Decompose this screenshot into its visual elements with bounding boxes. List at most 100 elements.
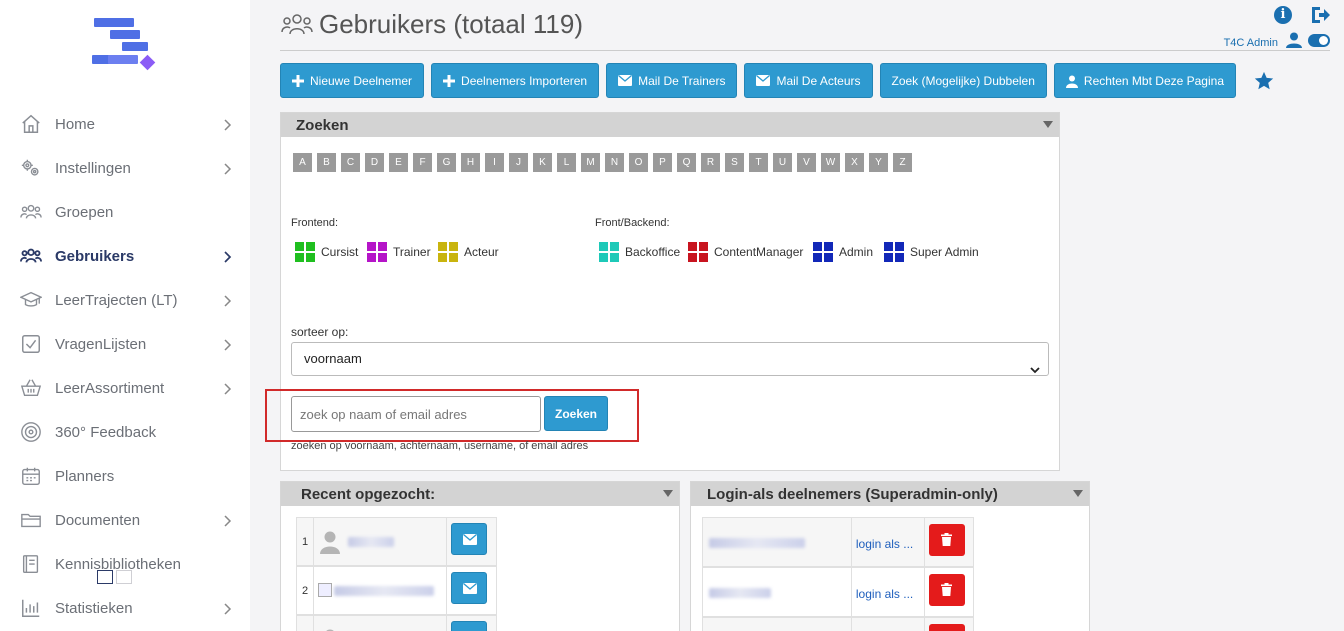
button-label: Zoeken [555,406,598,421]
chevron-right-icon [221,250,233,263]
mail-trainers-button[interactable]: Mail De Trainers [606,63,738,98]
user-icon[interactable] [1286,32,1302,48]
sidebar-item-home[interactable]: Home [0,102,250,146]
delete-button[interactable] [929,574,966,606]
letter-filter-v[interactable]: V [797,153,816,172]
role-label: Acteur [464,245,499,259]
letter-filter-b[interactable]: B [317,153,336,172]
letter-filter-m[interactable]: M [581,153,600,172]
search-button[interactable]: Zoeken [544,396,609,431]
role-trainer[interactable]: Trainer [367,242,431,262]
sidebar-item-vragenlijsten[interactable]: VragenLijsten [0,322,250,366]
collapse-caret-icon[interactable] [1073,490,1083,497]
sidebar-item-leerassortiment[interactable]: LeerAssortiment [0,366,250,410]
layout-grid-icon[interactable] [116,570,132,584]
letter-filter-q[interactable]: Q [677,153,696,172]
letter-filter-w[interactable]: W [821,153,840,172]
letter-filter-x[interactable]: X [845,153,864,172]
envelope-icon [756,74,771,87]
letter-filter-o[interactable]: O [629,153,648,172]
search-panel-header[interactable]: Zoeken [281,113,1059,137]
users-icon [20,245,42,267]
letter-filter-j[interactable]: J [509,153,528,172]
chevron-right-icon [221,118,233,131]
role-super-admin[interactable]: Super Admin [884,242,979,262]
search-input[interactable] [291,396,541,432]
letter-filter-d[interactable]: D [365,153,384,172]
user-name[interactable]: T4C Admin [1224,37,1278,49]
sidebar-item-360-feedback[interactable]: 360° Feedback [0,410,250,454]
login-as-link[interactable]: login als ... [856,537,913,551]
letter-filter-a[interactable]: A [293,153,312,172]
letter-filter-c[interactable]: C [341,153,360,172]
page-rights-button[interactable]: Rechten Mbt Deze Pagina [1053,63,1236,98]
role-label: Super Admin [910,245,979,259]
letter-filter-l[interactable]: L [557,153,576,172]
role-admin[interactable]: Admin [813,242,873,262]
sidebar-item-gebruikers[interactable]: Gebruikers [0,234,250,278]
import-participants-button[interactable]: Deelnemers Importeren [431,63,600,98]
letter-filter-u[interactable]: U [773,153,792,172]
letter-filter-e[interactable]: E [389,153,408,172]
search-hint: zoeken op voornaam, achternaam, username… [291,440,589,452]
letter-filter-s[interactable]: S [725,153,744,172]
sidebar-item-planners[interactable]: Planners [0,454,250,498]
info-icon[interactable]: i [1274,6,1292,24]
collapse-caret-icon[interactable] [1043,121,1053,128]
letter-filter-i[interactable]: I [485,153,504,172]
sidebar-item-label: LeerAssortiment [55,379,165,397]
role-contentmanager[interactable]: ContentManager [688,242,803,262]
login-cell [852,618,926,631]
letter-filter-r[interactable]: R [701,153,720,172]
letter-filter-k[interactable]: K [533,153,552,172]
layout-list-icon[interactable] [97,570,113,584]
page-title: Gebruikers (totaal 119) [281,8,583,40]
sort-label: sorteer op: [291,325,349,339]
letter-filter-t[interactable]: T [749,153,768,172]
letter-filter-z[interactable]: Z [893,153,912,172]
sidebar-item-leertrajecten[interactable]: LeerTrajecten (LT) [0,278,250,322]
layout-switcher[interactable] [97,570,132,584]
sort-select[interactable]: voornaam [291,342,1049,376]
logout-icon[interactable] [1310,6,1330,24]
role-backoffice[interactable]: Backoffice [599,242,680,262]
login-as-link[interactable]: login als ... [856,587,913,601]
mail-user-button[interactable] [450,572,487,604]
sidebar-item-instellingen[interactable]: Instellingen [0,146,250,190]
new-participant-button[interactable]: Nieuwe Deelnemer [280,63,425,98]
collapse-caret-icon[interactable] [663,490,673,497]
toggle-switch[interactable] [1308,34,1330,47]
sidebar-item-groepen[interactable]: Groepen [0,190,250,234]
role-cursist[interactable]: Cursist [295,242,358,262]
mail-user-button[interactable] [450,621,487,631]
letter-filter-g[interactable]: G [437,153,456,172]
letter-filter-h[interactable]: H [461,153,480,172]
users-group-icon [281,11,313,37]
sidebar-item-statistieken[interactable]: Statistieken [0,586,250,630]
frontend-label: Frontend: [291,217,339,229]
table-row: login als ... [702,567,974,617]
user-cell [703,618,852,631]
app-logo[interactable] [90,18,162,74]
star-icon[interactable] [1253,70,1275,92]
find-duplicates-button[interactable]: Zoek (Mogelijke) Dubbelen [879,63,1047,98]
letter-filter-p[interactable]: P [653,153,672,172]
mail-user-button[interactable] [450,523,487,555]
letter-filter-y[interactable]: Y [869,153,888,172]
letter-filter-n[interactable]: N [605,153,624,172]
mail-actors-button[interactable]: Mail De Acteurs [744,63,873,98]
letter-filter-f[interactable]: F [413,153,432,172]
recent-panel-header[interactable]: Recent opgezocht: [281,482,679,506]
role-label: Cursist [321,245,359,259]
user-cell[interactable] [314,616,447,631]
login-as-panel-header[interactable]: Login-als deelnemers (Superadmin-only) [691,482,1089,506]
user-cell[interactable] [314,518,447,565]
sidebar-item-documenten[interactable]: Documenten [0,498,250,542]
user-cell[interactable] [314,567,447,614]
chevron-right-icon [221,382,233,395]
bar-chart-icon [20,597,42,619]
role-label: ContentManager [714,245,804,259]
delete-button[interactable] [929,524,966,556]
role-acteur[interactable]: Acteur [438,242,499,262]
delete-button[interactable] [929,624,966,631]
